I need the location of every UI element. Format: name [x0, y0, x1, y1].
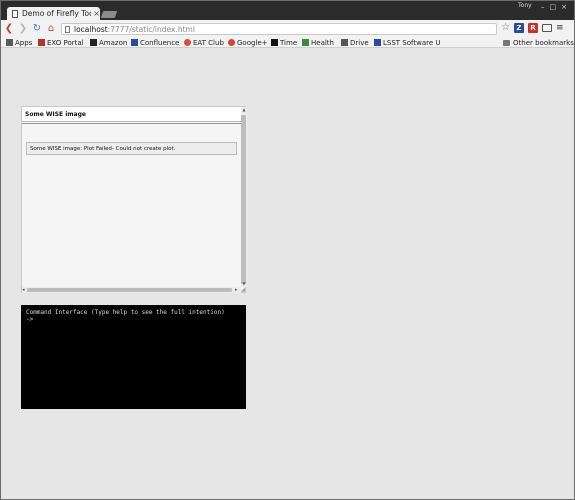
bookmark-health[interactable]: Health	[302, 37, 334, 48]
url-path: :7777/static/index.html	[107, 24, 195, 34]
toolbar-actions: ☆ Z R ≡	[501, 23, 564, 33]
horizontal-scrollbar[interactable]: ◂ ▸	[22, 287, 241, 293]
page-info-icon[interactable]	[65, 25, 70, 33]
bookmark-eat-club[interactable]: EAT Club	[184, 37, 224, 48]
exo-icon	[38, 39, 45, 46]
bookmark-label: Google+	[237, 38, 268, 47]
horizontal-scroll-thumb[interactable]	[27, 288, 232, 292]
bookmark-star-icon[interactable]: ☆	[501, 23, 510, 33]
bookmark-google-plus[interactable]: Google+	[228, 37, 268, 48]
scroll-left-icon[interactable]: ◂	[22, 287, 25, 293]
extension-z-icon[interactable]: Z	[513, 23, 524, 33]
panel-header: Some WISE image	[22, 107, 241, 122]
bookmark-label: Amazon	[99, 38, 128, 47]
plot-area: Some WISE image: Plot Failed- Could not …	[22, 123, 241, 287]
bookmark-label: EAT Club	[193, 38, 224, 47]
forward-icon[interactable]: ❯	[17, 23, 29, 35]
extension-r-icon[interactable]: R	[527, 23, 538, 33]
resize-handle-icon[interactable]: ◢	[241, 287, 247, 293]
window-controls: – □ ×	[541, 3, 567, 11]
bookmark-time[interactable]: Time	[271, 37, 297, 48]
tab-firefly-demo[interactable]: Demo of Firefly Tool ×	[7, 7, 100, 20]
maximize-icon[interactable]: □	[550, 3, 557, 11]
bookmark-apps[interactable]: Apps	[6, 37, 32, 48]
bookmark-label: EXO Portal	[47, 38, 84, 47]
confluence-icon	[131, 39, 138, 46]
bookmark-label: Drive	[350, 38, 369, 47]
console-prompt[interactable]: ->	[26, 316, 241, 323]
bookmark-lsst-software[interactable]: LSST Software U	[374, 37, 441, 48]
close-window-icon[interactable]: ×	[561, 3, 567, 11]
vertical-scroll-thumb[interactable]	[241, 115, 246, 284]
browser-window: Demo of Firefly Tool × Tony – □ × ❮ ❯ ↻ …	[0, 0, 575, 500]
minimize-icon[interactable]: –	[541, 3, 545, 11]
plot-error-message: Some WISE image: Plot Failed- Could not …	[26, 142, 237, 155]
google-plus-icon	[228, 39, 235, 46]
other-bookmarks[interactable]: Other bookmarks	[503, 37, 574, 48]
new-tab-button[interactable]	[100, 11, 118, 18]
bookmark-label: Apps	[15, 38, 33, 47]
reload-icon[interactable]: ↻	[31, 23, 43, 35]
back-icon[interactable]: ❮	[3, 23, 15, 35]
bookmark-label: LSST Software U	[383, 38, 441, 47]
title-bar: Demo of Firefly Tool × Tony – □ ×	[1, 1, 574, 20]
eat-club-icon	[184, 39, 191, 46]
image-panel: Some WISE image Some WISE image: Plot Fa…	[21, 106, 247, 293]
health-icon	[302, 39, 309, 46]
close-icon[interactable]: ×	[93, 9, 100, 18]
page-icon	[12, 9, 18, 18]
bookmark-label: Time	[280, 38, 298, 47]
scroll-up-icon[interactable]: ▲	[241, 107, 247, 112]
menu-icon[interactable]: ≡	[556, 23, 564, 33]
page-content: Some WISE image Some WISE image: Plot Fa…	[1, 49, 574, 499]
scroll-down-icon[interactable]: ▼	[241, 281, 247, 286]
bookmark-label: Health	[311, 38, 334, 47]
folder-icon	[503, 39, 510, 46]
bookmark-drive[interactable]: Drive	[341, 37, 369, 48]
url-host: localhost	[74, 24, 108, 34]
console-header: Command Interface (Type help to see the …	[26, 309, 225, 316]
drive-icon	[341, 39, 348, 46]
toolbar: ❮ ❯ ↻ ⌂ localhost :7777/static/index.htm…	[1, 20, 574, 37]
bookmarks-bar: Apps EXO Portal Amazon Confluence EAT Cl…	[1, 37, 574, 48]
lsst-icon	[374, 39, 381, 46]
apps-grid-icon	[6, 39, 13, 46]
tab-title: Demo of Firefly Tool	[22, 9, 92, 18]
panel-title: Some WISE image	[25, 110, 86, 118]
scroll-right-icon[interactable]: ▸	[235, 287, 238, 293]
time-icon	[271, 39, 278, 46]
bookmark-label: Confluence	[140, 38, 180, 47]
cast-icon[interactable]	[541, 24, 552, 32]
bookmark-amazon[interactable]: Amazon	[90, 37, 127, 48]
profile-name[interactable]: Tony	[518, 2, 532, 9]
bookmark-exo-portal[interactable]: EXO Portal	[38, 37, 84, 48]
amazon-icon	[90, 39, 97, 46]
command-console[interactable]: Command Interface (Type help to see the …	[21, 305, 246, 409]
other-bookmarks-label: Other bookmarks	[513, 38, 574, 47]
home-icon[interactable]: ⌂	[45, 23, 57, 35]
address-bar[interactable]: localhost :7777/static/index.html	[61, 23, 497, 35]
bookmark-confluence[interactable]: Confluence	[131, 37, 179, 48]
vertical-scrollbar[interactable]: ▲ ▼	[241, 107, 247, 287]
